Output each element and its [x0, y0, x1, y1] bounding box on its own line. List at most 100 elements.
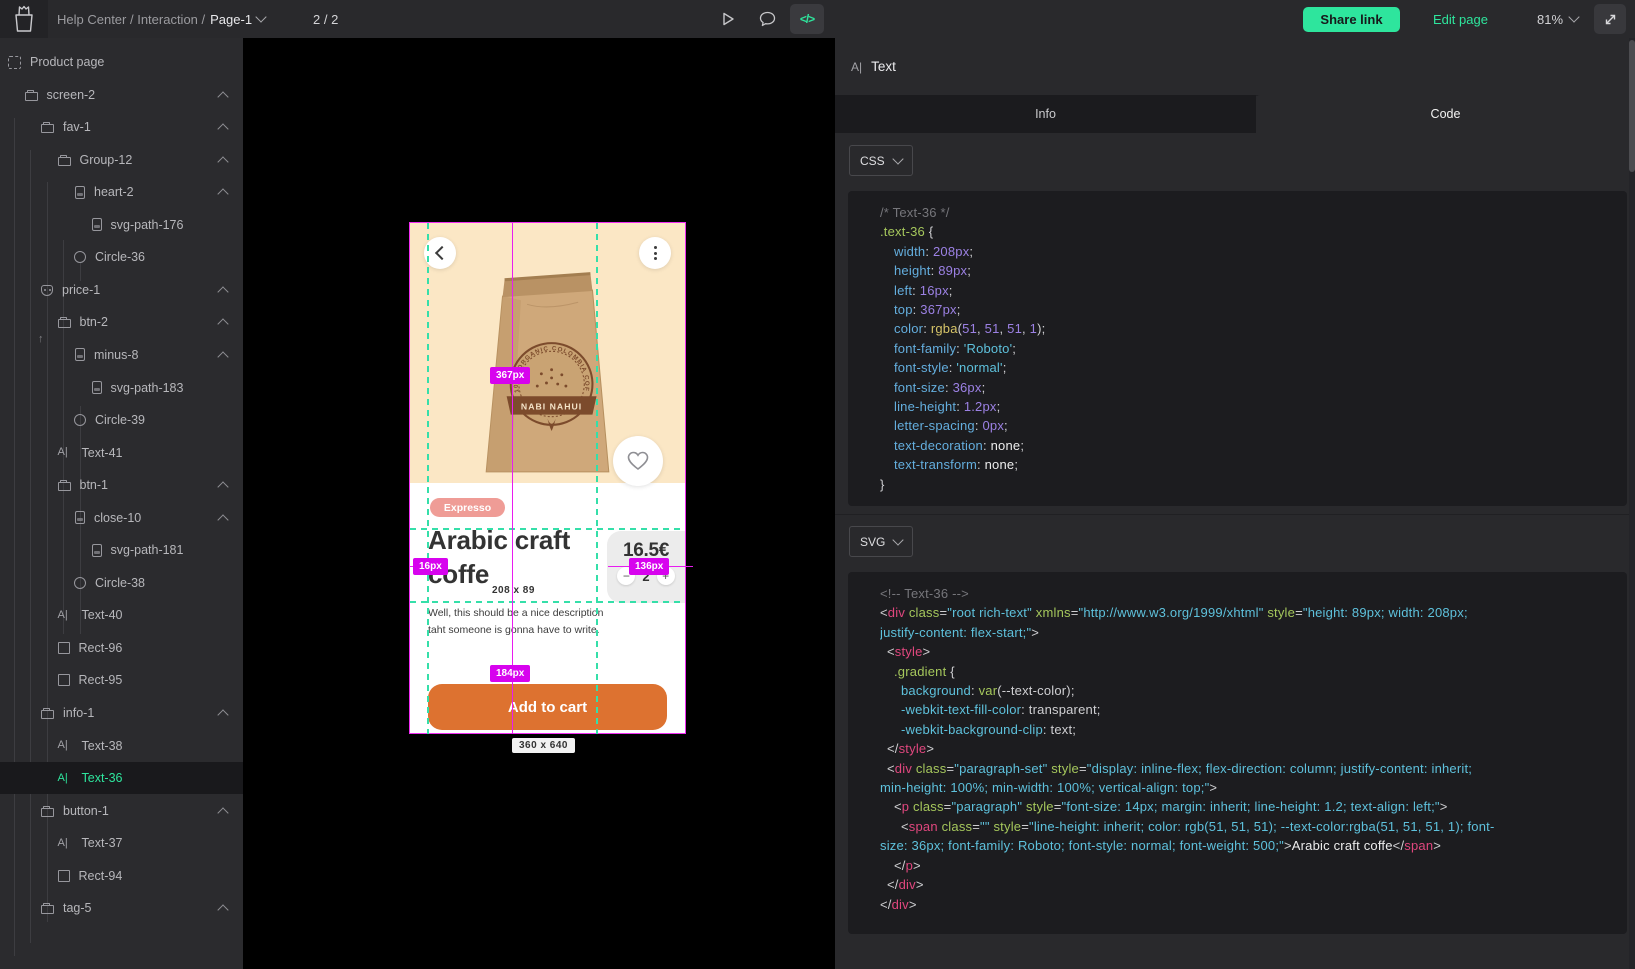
frame-layer-icon — [8, 56, 21, 69]
layer-item-Text-41[interactable]: A|Text-41 — [0, 437, 243, 469]
layer-item-close-10[interactable]: close-10 — [0, 502, 243, 534]
layer-label: minus-8 — [94, 348, 138, 362]
svg-format-dropdown[interactable]: SVG — [849, 526, 913, 557]
layer-item-Text-40[interactable]: A|Text-40 — [0, 599, 243, 631]
zoom-level-control[interactable]: 81% — [1537, 0, 1578, 38]
layer-label: tag-5 — [63, 901, 92, 915]
css-format-dropdown[interactable]: CSS — [849, 145, 913, 176]
share-link-label: Share link — [1320, 12, 1382, 27]
code-line: background: var(--text-color); — [880, 681, 1627, 700]
collapse-chevron-icon[interactable] — [217, 189, 228, 200]
category-tag-label: Expresso — [444, 502, 491, 514]
component-arrow-icon: ↑ — [38, 333, 44, 345]
layer-item-Text-38[interactable]: A|Text-38 — [0, 730, 243, 762]
code-line: letter-spacing: 0px; — [880, 416, 1627, 435]
edit-page-link[interactable]: Edit page — [1433, 0, 1488, 38]
collapse-chevron-icon[interactable] — [217, 91, 228, 102]
collapse-chevron-icon[interactable] — [217, 514, 228, 525]
chevron-down-icon — [892, 153, 903, 164]
css-code-block[interactable]: /* Text-36 */.text-36 {width: 208px;heig… — [848, 191, 1627, 506]
product-screen-frame[interactable]: 100% ORGANIC COLOMBIA COFFEE NABI NAHUI … — [410, 223, 685, 733]
tab-info[interactable]: Info — [835, 95, 1256, 133]
layer-item-Circle-36[interactable]: Circle-36 — [0, 241, 243, 273]
layer-item-Product page[interactable]: Product page — [0, 46, 243, 78]
layer-item-Rect-95[interactable]: Rect-95 — [0, 664, 243, 696]
tab-code[interactable]: Code — [1256, 95, 1635, 133]
pencil-cup-logo-icon — [11, 5, 37, 33]
layer-item-Group-12[interactable]: Group-12 — [0, 144, 243, 176]
layer-item-price-1[interactable]: price-1 — [0, 274, 243, 306]
panel-scrollbar-track[interactable] — [1629, 38, 1635, 969]
layer-label: Text-41 — [82, 446, 123, 460]
layer-item-minus-8[interactable]: minus-8 — [0, 339, 243, 371]
layer-item-btn-1[interactable]: btn-1 — [0, 469, 243, 501]
chevron-down-icon — [893, 534, 904, 545]
collapse-chevron-icon[interactable] — [217, 709, 228, 720]
layer-item-Circle-38[interactable]: Circle-38 — [0, 567, 243, 599]
text-layer-icon: A| — [58, 739, 73, 752]
layer-label: svg-path-181 — [111, 543, 184, 557]
layer-label: Circle-39 — [95, 413, 145, 427]
add-to-cart-button[interactable]: Add to cart — [428, 684, 667, 730]
measurement-badge-bottom: 184px — [490, 665, 530, 682]
layer-item-Rect-94[interactable]: Rect-94 — [0, 860, 243, 892]
layer-item-Circle-39[interactable]: Circle-39 — [0, 404, 243, 436]
collapse-chevron-icon[interactable] — [217, 286, 228, 297]
add-to-cart-label: Add to cart — [508, 699, 587, 716]
comment-button[interactable] — [750, 4, 784, 34]
share-link-button[interactable]: Share link — [1303, 7, 1400, 32]
inspector-panel: A| Text Info Code CSS /* Text-36 */.text… — [835, 38, 1635, 969]
rect-layer-icon — [58, 642, 70, 654]
layer-item-Text-37[interactable]: A|Text-37 — [0, 827, 243, 859]
layer-item-fav-1[interactable]: fav-1 — [0, 111, 243, 143]
code-line: <!-- Text-36 --> — [880, 584, 1627, 603]
layer-label: btn-2 — [80, 315, 109, 329]
folder-layer-icon — [41, 905, 54, 914]
layer-item-Text-36[interactable]: A|Text-36 — [0, 762, 243, 794]
folder-layer-icon — [58, 482, 71, 491]
collapse-chevron-icon[interactable] — [217, 123, 228, 134]
app-logo[interactable] — [0, 0, 48, 38]
layer-item-Rect-96[interactable]: Rect-96 — [0, 632, 243, 664]
svg-code-block[interactable]: <!-- Text-36 --><div class="root rich-te… — [848, 572, 1627, 934]
svg-layer-icon — [75, 348, 85, 361]
favorite-button[interactable] — [613, 436, 663, 486]
code-line: height: 89px; — [880, 261, 1627, 280]
layer-item-svg-path-181[interactable]: svg-path-181 — [0, 534, 243, 566]
collapse-chevron-icon[interactable] — [217, 807, 228, 818]
code-line: left: 16px; — [880, 281, 1627, 300]
panel-scrollbar-thumb[interactable] — [1629, 40, 1635, 172]
design-canvas[interactable]: 100% ORGANIC COLOMBIA COFFEE NABI NAHUI … — [243, 38, 835, 969]
layer-item-btn-2[interactable]: btn-2 — [0, 306, 243, 338]
overflow-menu-button[interactable] — [639, 237, 671, 269]
rect-layer-icon — [58, 674, 70, 686]
code-view-button[interactable]: </> — [790, 4, 824, 34]
layer-item-svg-path-183[interactable]: svg-path-183 — [0, 372, 243, 404]
category-tag[interactable]: Expresso — [430, 498, 505, 517]
code-line: size: 36px; font-family: Roboto; font-st… — [880, 836, 1627, 855]
code-line: <div class="paragraph-set" style="displa… — [880, 759, 1627, 778]
layer-item-tag-5[interactable]: tag-5 — [0, 892, 243, 924]
code-line: <style> — [880, 642, 1627, 661]
collapse-chevron-icon[interactable] — [217, 481, 228, 492]
layer-item-heart-2[interactable]: heart-2 — [0, 176, 243, 208]
collapse-chevron-icon[interactable] — [217, 319, 228, 330]
play-button[interactable] — [711, 4, 745, 34]
collapse-chevron-icon[interactable] — [217, 905, 228, 916]
breadcrumb-current-page: Page-1 — [210, 12, 252, 27]
collapse-chevron-icon[interactable] — [217, 156, 228, 167]
layer-label: Rect-94 — [79, 869, 123, 883]
section-divider — [835, 514, 1635, 515]
code-line: </div> — [880, 875, 1627, 894]
layer-label: info-1 — [63, 706, 94, 720]
layer-item-button-1[interactable]: button-1 — [0, 795, 243, 827]
layer-item-svg-path-176[interactable]: svg-path-176 — [0, 209, 243, 241]
layer-item-info-1[interactable]: info-1 — [0, 697, 243, 729]
fullscreen-button[interactable] — [1594, 4, 1626, 34]
folder-layer-icon — [41, 124, 54, 133]
breadcrumb[interactable]: Help Center / Interaction / Page-1 — [57, 0, 265, 38]
folder-layer-icon — [41, 808, 54, 817]
layer-item-screen-2[interactable]: screen-2 — [0, 79, 243, 111]
folder-layer-icon — [41, 710, 54, 719]
collapse-chevron-icon[interactable] — [217, 351, 228, 362]
